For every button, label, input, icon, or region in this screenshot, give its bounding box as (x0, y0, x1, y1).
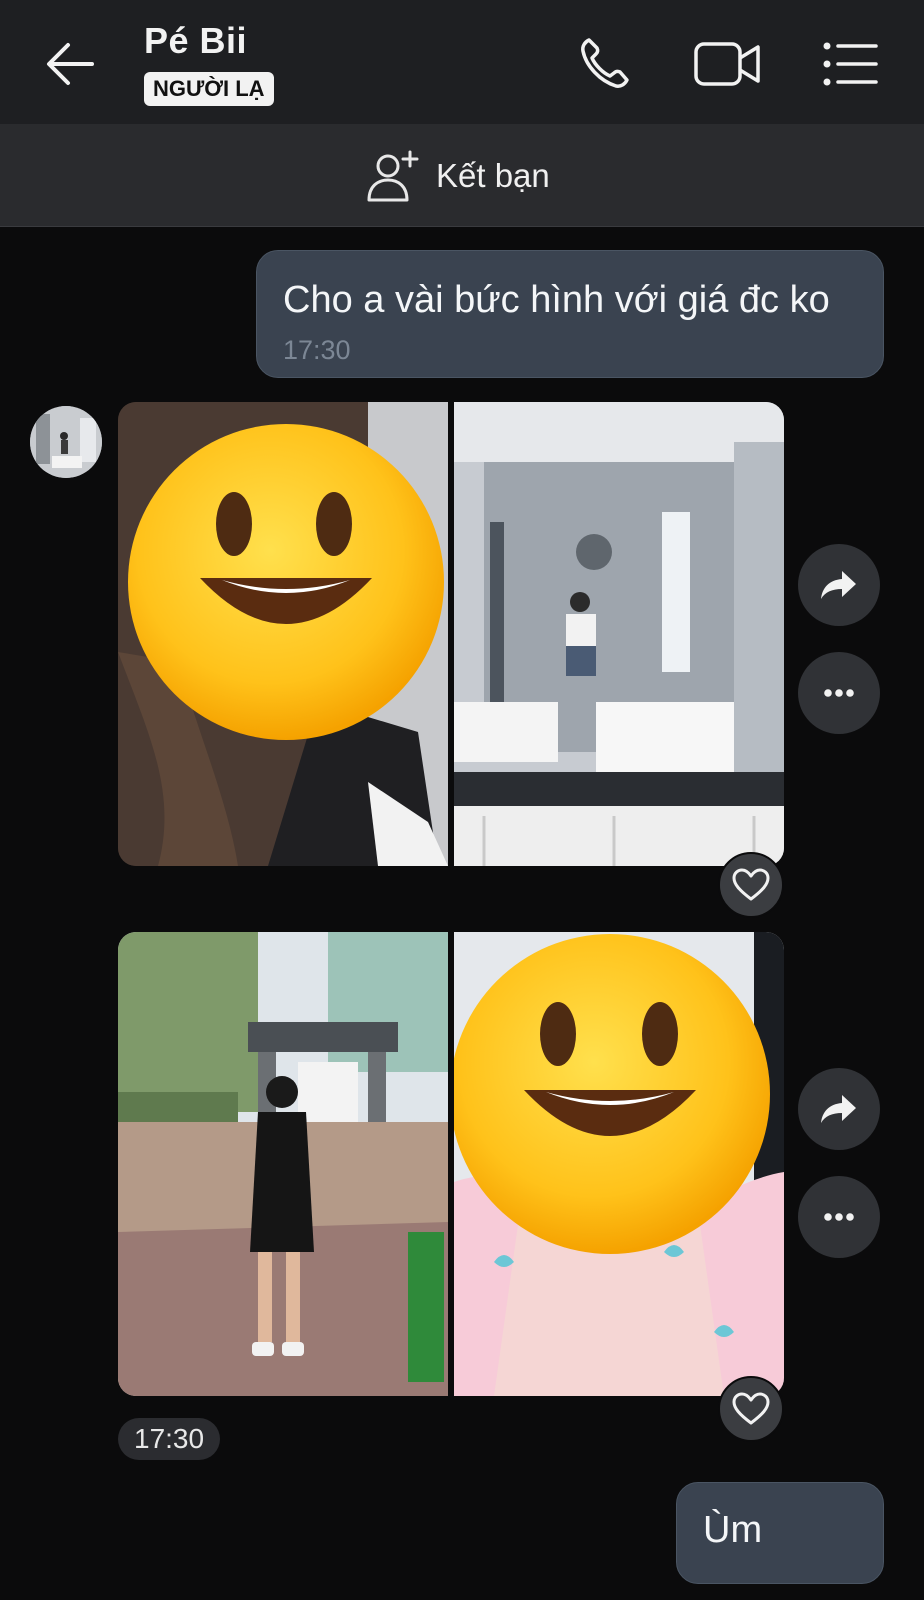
video-camera-icon (694, 42, 760, 86)
share-arrow-icon (821, 571, 856, 599)
message-time: 17:30 (118, 1418, 221, 1460)
add-friend-label: Kết bạn (436, 157, 550, 194)
add-friend-icon (367, 150, 419, 202)
stranger-badge: NGƯỜI LẠ (144, 72, 274, 106)
avatar[interactable] (30, 406, 102, 478)
add-friend-bar: Kết bạn (0, 124, 924, 227)
message-time: 17:30 (283, 335, 351, 365)
more-options-button[interactable] (798, 652, 880, 734)
photo-thumbnail[interactable] (118, 932, 448, 1396)
more-dots-icon (824, 689, 854, 697)
add-friend-button[interactable]: Kết bạn (366, 148, 550, 204)
photo-thumbnail[interactable] (454, 402, 784, 866)
back-button[interactable] (40, 36, 100, 92)
more-dots-icon (824, 1213, 854, 1221)
arrow-left-icon (47, 43, 94, 85)
list-menu-icon (823, 42, 878, 86)
forward-button[interactable] (798, 1068, 880, 1150)
options-menu-button[interactable] (820, 34, 892, 94)
forward-button[interactable] (798, 544, 880, 626)
call-button[interactable] (572, 34, 644, 94)
photo-thumbnail[interactable] (118, 402, 448, 866)
more-options-button[interactable] (798, 1176, 880, 1258)
photo-message (118, 932, 786, 1396)
photo-thumbnail[interactable] (454, 932, 784, 1396)
chat-header: Pé Bii NGƯỜI LẠ (0, 0, 924, 124)
message-text: Cho a vài bức hình với giá đc ko (283, 279, 830, 321)
message-bubble-outgoing[interactable]: Cho a vài bức hình với giá đc ko 17:30 (256, 250, 884, 378)
photo-message (118, 402, 786, 866)
react-heart-button[interactable] (718, 852, 784, 918)
heart-icon (732, 868, 770, 901)
contact-name[interactable]: Pé Bii (144, 20, 247, 62)
video-call-button[interactable] (692, 34, 764, 94)
heart-icon (732, 1392, 770, 1425)
phone-icon (581, 38, 629, 88)
share-arrow-icon (821, 1095, 856, 1123)
message-text: Ùm (703, 1509, 763, 1551)
message-bubble-outgoing[interactable]: Ùm (676, 1482, 884, 1584)
react-heart-button[interactable] (718, 1376, 784, 1442)
